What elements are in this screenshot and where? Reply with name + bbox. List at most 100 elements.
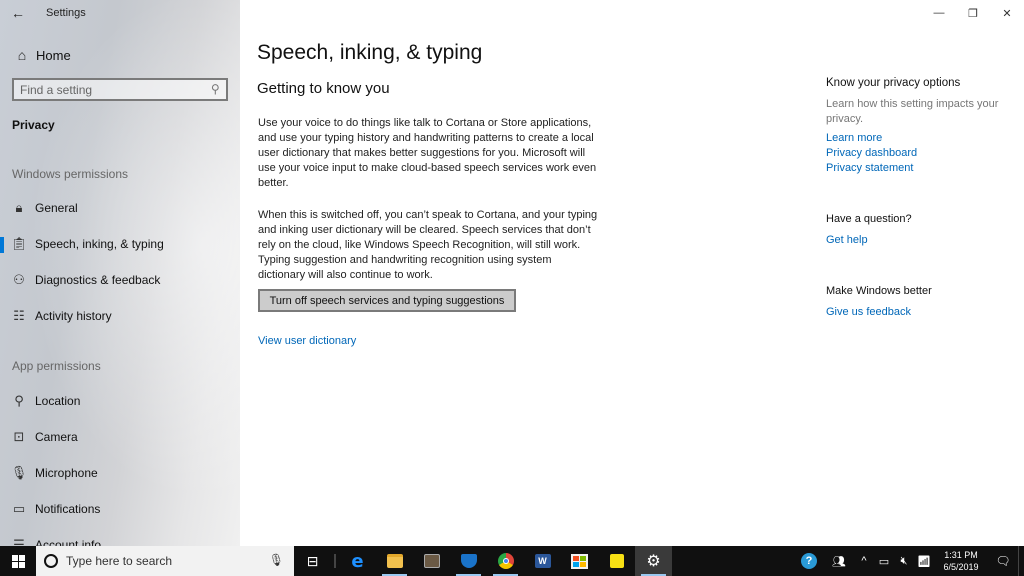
volume-muted-icon: 🔇︎ <box>900 554 908 567</box>
volume-button[interactable]: 🔇︎ <box>894 546 914 576</box>
cortana-icon <box>44 554 58 568</box>
taskbar-app-microsoft-store[interactable] <box>561 546 598 576</box>
sidebar-item-label: Microphone <box>35 466 98 480</box>
microphone-icon[interactable]: 🎙︎ <box>269 553 284 567</box>
sidebar-item-camera[interactable]: ⊡ Camera <box>0 423 240 451</box>
wifi-icon: 📶︎ <box>917 555 931 568</box>
sidebar-item-microphone[interactable]: 🎙︎ Microphone <box>0 459 240 487</box>
show-hidden-icons-button[interactable]: ^ <box>854 546 874 576</box>
restore-icon: ❐ <box>968 7 978 20</box>
minimize-button[interactable]: — <box>922 0 956 26</box>
network-button[interactable]: 📶︎ <box>914 546 934 576</box>
settings-gear-icon: ⚙ <box>646 553 661 570</box>
window-controls: — ❐ ✕ <box>922 0 1024 26</box>
action-center-button[interactable]: 🗨︎ <box>988 546 1018 576</box>
location-icon: ⚲ <box>14 393 24 408</box>
back-button[interactable]: ← <box>0 0 36 26</box>
sidebar-item-diagnostics-feedback[interactable]: ⚇ Diagnostics & feedback <box>0 266 240 294</box>
taskbar-app-chrome[interactable] <box>487 546 524 576</box>
sidebar-item-account-info[interactable]: ☰ Account info <box>0 531 240 546</box>
word-icon: W <box>534 554 551 568</box>
clock[interactable]: 1:31 PM 6/5/2019 <box>934 549 988 573</box>
section-heading-privacy: Privacy <box>12 118 55 132</box>
view-user-dictionary-link[interactable]: View user dictionary <box>258 335 356 347</box>
people-button[interactable]: 👥︎ <box>824 546 854 576</box>
sidebar-item-notifications[interactable]: ▭ Notifications <box>0 495 240 523</box>
privacy-description: Learn how this setting impacts your priv… <box>826 98 999 125</box>
privacy-dashboard-link[interactable]: Privacy dashboard <box>826 147 917 159</box>
task-view-icon: ⊟ <box>306 552 319 569</box>
clock-time: 1:31 PM <box>944 550 978 560</box>
clock-date: 6/5/2019 <box>943 562 979 572</box>
close-icon: ✕ <box>1002 7 1012 20</box>
make-windows-better-heading: Make Windows better <box>826 285 932 297</box>
battery-button[interactable]: ▭ <box>874 546 894 576</box>
have-a-question-heading: Have a question? <box>826 213 912 225</box>
sidebar-item-label: Notifications <box>35 502 101 516</box>
sidebar-item-label: Account info <box>35 538 102 546</box>
get-help-link[interactable]: Get help <box>826 234 868 246</box>
show-desktop-button[interactable] <box>1018 546 1024 576</box>
sidebar-item-speech-inking-typing[interactable]: 📋︎ Speech, inking, & typing <box>0 230 240 258</box>
sidebar-item-label: Location <box>35 394 81 408</box>
search-icon[interactable]: ⚲ <box>211 82 220 96</box>
sidebar-item-home[interactable]: ⌂ Home <box>0 42 240 68</box>
chevron-up-icon: ^ <box>861 555 867 567</box>
sticky-notes-icon <box>609 554 624 568</box>
privacy-statement-link[interactable]: Privacy statement <box>826 162 913 174</box>
taskbar-app-settings[interactable]: ⚙ <box>635 546 672 576</box>
sidebar-item-label: Home <box>36 47 71 63</box>
sidebar-item-label: Activity history <box>35 309 112 323</box>
group-label-app-permissions: App permissions <box>12 359 101 373</box>
taskbar-search-input[interactable] <box>66 554 256 568</box>
taskbar-app-windows-defender[interactable] <box>450 546 487 576</box>
system-tray: ? 👥︎ ^ ▭ 🔇︎ 📶︎ 1:31 PM 6/5/2019 🗨︎ <box>794 546 1024 576</box>
give-feedback-link[interactable]: Give us feedback <box>826 306 911 318</box>
start-button[interactable] <box>0 546 36 576</box>
help-tray-button[interactable]: ? <box>794 546 824 576</box>
section-title: Getting to know you <box>257 80 390 97</box>
notification-icon: 🗨︎ <box>995 554 1011 568</box>
taskbar-app-sticky-notes[interactable] <box>598 546 635 576</box>
store-icon <box>571 553 588 569</box>
app-icon <box>423 554 440 568</box>
taskbar-search-box[interactable]: 🎙︎ <box>36 546 294 576</box>
learn-more-link[interactable]: Learn more <box>826 132 882 144</box>
warning-paragraph: When this is switched off, you can’t spe… <box>258 209 598 281</box>
account-info-icon: ☰ <box>13 537 25 546</box>
battery-icon: ▭ <box>878 555 890 568</box>
camera-icon: ⊡ <box>13 429 25 444</box>
home-icon: ⌂ <box>17 47 27 63</box>
app-title: Settings <box>46 7 86 19</box>
selected-indicator <box>0 237 4 253</box>
back-arrow-icon: ← <box>11 5 25 21</box>
edge-icon: e <box>351 550 364 572</box>
close-button[interactable]: ✕ <box>990 0 1024 26</box>
sidebar-item-label: Diagnostics & feedback <box>35 273 161 287</box>
microphone-icon: 🎙︎ <box>10 465 28 480</box>
sidebar-item-location[interactable]: ⚲ Location <box>0 387 240 415</box>
chrome-icon <box>497 553 514 569</box>
taskbar-app-word[interactable]: W <box>524 546 561 576</box>
people-icon: 👥︎ <box>832 555 846 568</box>
taskbar-app-generic[interactable] <box>413 546 450 576</box>
taskbar: 🎙︎ ⊟ e W ⚙ ? 👥︎ ^ ▭ <box>0 546 1024 576</box>
page-title: Speech, inking, & typing <box>257 41 483 64</box>
minimize-icon: — <box>933 7 945 19</box>
sidebar-item-activity-history[interactable]: ☷ Activity history <box>0 302 240 330</box>
restore-button[interactable]: ❐ <box>956 0 990 26</box>
turn-off-speech-services-button[interactable]: Turn off speech services and typing sugg… <box>258 289 516 312</box>
taskbar-app-edge[interactable]: e <box>339 546 376 576</box>
find-setting-search[interactable]: ⚲ <box>12 78 228 101</box>
privacy-options-heading: Know your privacy options <box>826 77 961 89</box>
sidebar-item-general[interactable]: 🔒︎ General <box>0 194 240 222</box>
timeline-icon: ☷ <box>13 308 25 323</box>
title-bar: ← Settings <box>0 0 240 26</box>
task-view-button[interactable]: ⊟ <box>294 546 331 576</box>
clipboard-icon: 📋︎ <box>10 236 28 251</box>
description-paragraph: Use your voice to do things like talk to… <box>258 117 597 189</box>
find-setting-input[interactable] <box>14 82 199 97</box>
taskbar-app-file-explorer[interactable] <box>376 546 413 576</box>
notifications-icon: ▭ <box>12 501 26 516</box>
lock-icon: 🔒︎ <box>15 200 23 215</box>
